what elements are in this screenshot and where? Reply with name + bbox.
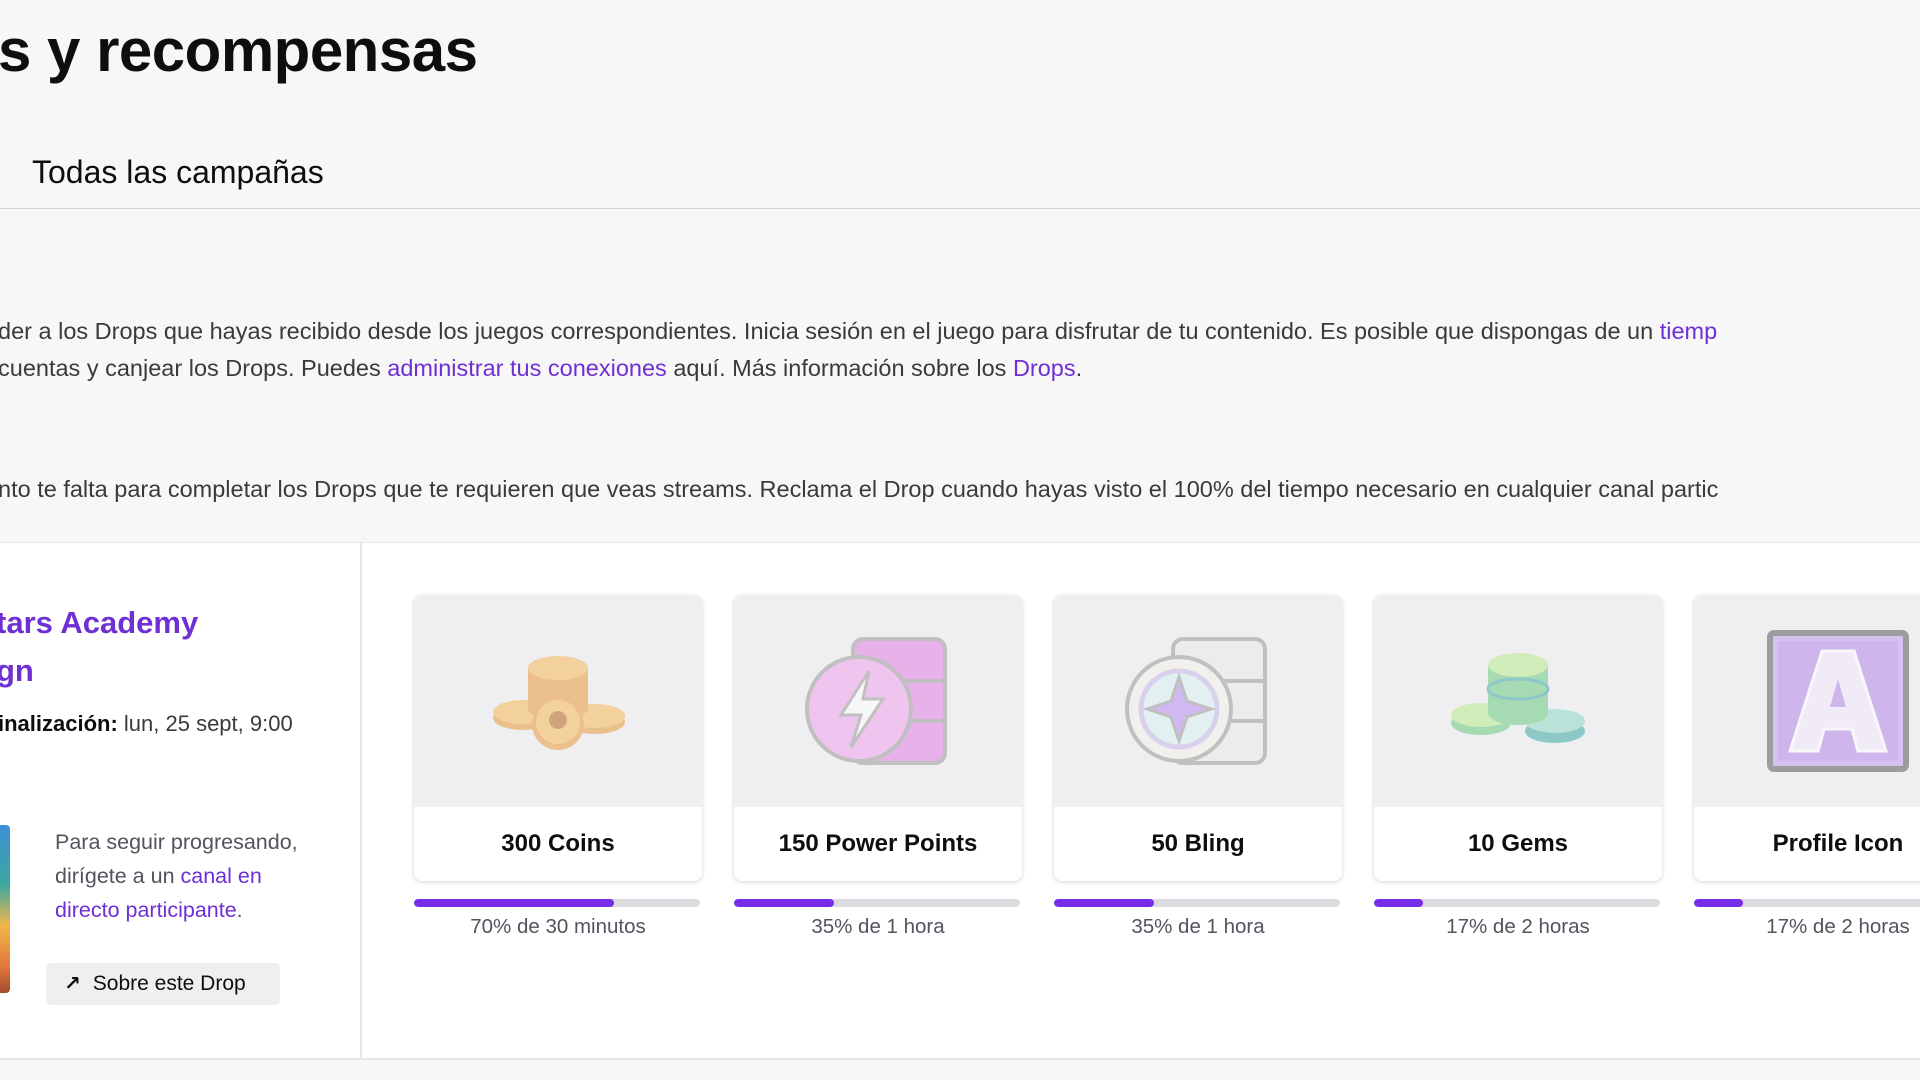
arrow-up-right-icon: ↗ [64, 973, 81, 995]
campaign-info: tars Academy gn inalización: lun, 25 sep… [0, 543, 362, 1058]
intro-text: aquí. Más información sobre los [666, 355, 1013, 381]
drop-progress-fill [1694, 899, 1743, 907]
campaign-name[interactable]: tars Academy gn [0, 599, 198, 695]
tab-divider [0, 208, 1920, 209]
manage-connections-link[interactable]: administrar tus conexiones [387, 355, 667, 381]
drop-image [734, 595, 1022, 807]
tab-all-campaigns[interactable]: Todas las campañas [32, 150, 324, 194]
drop-name: 10 Gems [1467, 830, 1569, 857]
drop-card[interactable]: 10 Gems [1374, 595, 1662, 881]
drop-progress-label: 17% de 2 horas [1446, 915, 1590, 938]
drop-item[interactable]: 300 Coins 70% de 30 minutos [414, 595, 702, 939]
drop-name: 150 Power Points [778, 830, 978, 857]
drop-card[interactable]: 300 Coins [414, 595, 702, 881]
drop-progress-fill [1374, 899, 1423, 907]
drops-info-link[interactable]: Drops [1013, 355, 1076, 381]
time-link[interactable]: tiemp [1660, 318, 1717, 344]
drops-page: s y recompensas Todas las campañas der a… [0, 0, 1920, 1080]
campaign-hint: Para seguir progresando, dirígete a un c… [55, 825, 315, 927]
coins-icon [493, 656, 625, 750]
drop-item[interactable]: 150 Power Points 35% de 1 hora [734, 595, 1022, 939]
drop-progress-fill [414, 899, 615, 907]
drop-item[interactable]: 10 Gems 17% de 2 horas [1374, 595, 1662, 939]
drop-progress-fill [1054, 899, 1155, 907]
drop-card[interactable]: 50 Bling [1054, 595, 1342, 881]
power-points-icon [805, 637, 947, 765]
drop-progress-fill [734, 899, 835, 907]
drop-progress-label: 35% de 1 hora [811, 915, 945, 938]
drop-image [1694, 595, 1920, 807]
drop-image [1054, 595, 1342, 807]
intro-line-2: cuentas y canjear los Drops. Puedes admi… [0, 350, 1082, 386]
drop-progress-label: 17% de 2 horas [1766, 915, 1910, 938]
page-title: s y recompensas [0, 17, 478, 84]
campaign-panel: tars Academy gn inalización: lun, 25 sep… [0, 542, 1920, 1060]
drop-image [414, 595, 702, 807]
game-thumbnail[interactable] [0, 825, 10, 993]
gems-icon [1451, 653, 1585, 743]
drop-name: 50 Bling [1151, 830, 1245, 857]
drop-image [1374, 595, 1662, 807]
drop-progress-label: 70% de 30 minutos [470, 915, 646, 938]
campaign-end-date: inalización: lun, 25 sept, 9:00 [0, 711, 293, 737]
intro-line-1: der a los Drops que hayas recibido desde… [0, 313, 1717, 349]
progress-note: nto te falta para completar los Drops qu… [0, 476, 1719, 502]
drop-progress-bar [1694, 899, 1920, 907]
drop-name: 300 Coins [501, 830, 615, 857]
drop-progress-bar [414, 899, 700, 907]
intro-text: . [1075, 355, 1083, 381]
intro-text: der a los Drops que hayas recibido desde… [0, 318, 1660, 344]
drop-item[interactable]: 50 Bling 35% de 1 hora [1054, 595, 1342, 939]
drop-item[interactable]: Profile Icon 17% de 2 horas [1694, 595, 1920, 939]
drop-card[interactable]: Profile Icon [1694, 595, 1920, 881]
profile-icon-letter-a [1767, 630, 1909, 772]
drop-progress-bar [734, 899, 1020, 907]
drop-name: Profile Icon [1772, 830, 1904, 857]
about-drop-label: Sobre este Drop [92, 972, 246, 995]
intro-text: cuentas y canjear los Drops. Puedes [0, 355, 388, 381]
bling-icon [1125, 637, 1267, 765]
drop-card[interactable]: 150 Power Points [734, 595, 1022, 881]
campaign-name-line-1: tars Academy [0, 605, 199, 640]
drop-progress-label: 35% de 1 hora [1131, 915, 1265, 938]
campaign-name-line-2: gn [0, 653, 34, 688]
end-label: inalización: [0, 711, 118, 736]
end-value: lun, 25 sept, 9:00 [117, 711, 293, 736]
about-drop-button[interactable]: ↗ Sobre este Drop [46, 963, 280, 1005]
drop-progress-bar [1374, 899, 1660, 907]
drop-progress-bar [1054, 899, 1340, 907]
hint-text: . [236, 898, 243, 922]
